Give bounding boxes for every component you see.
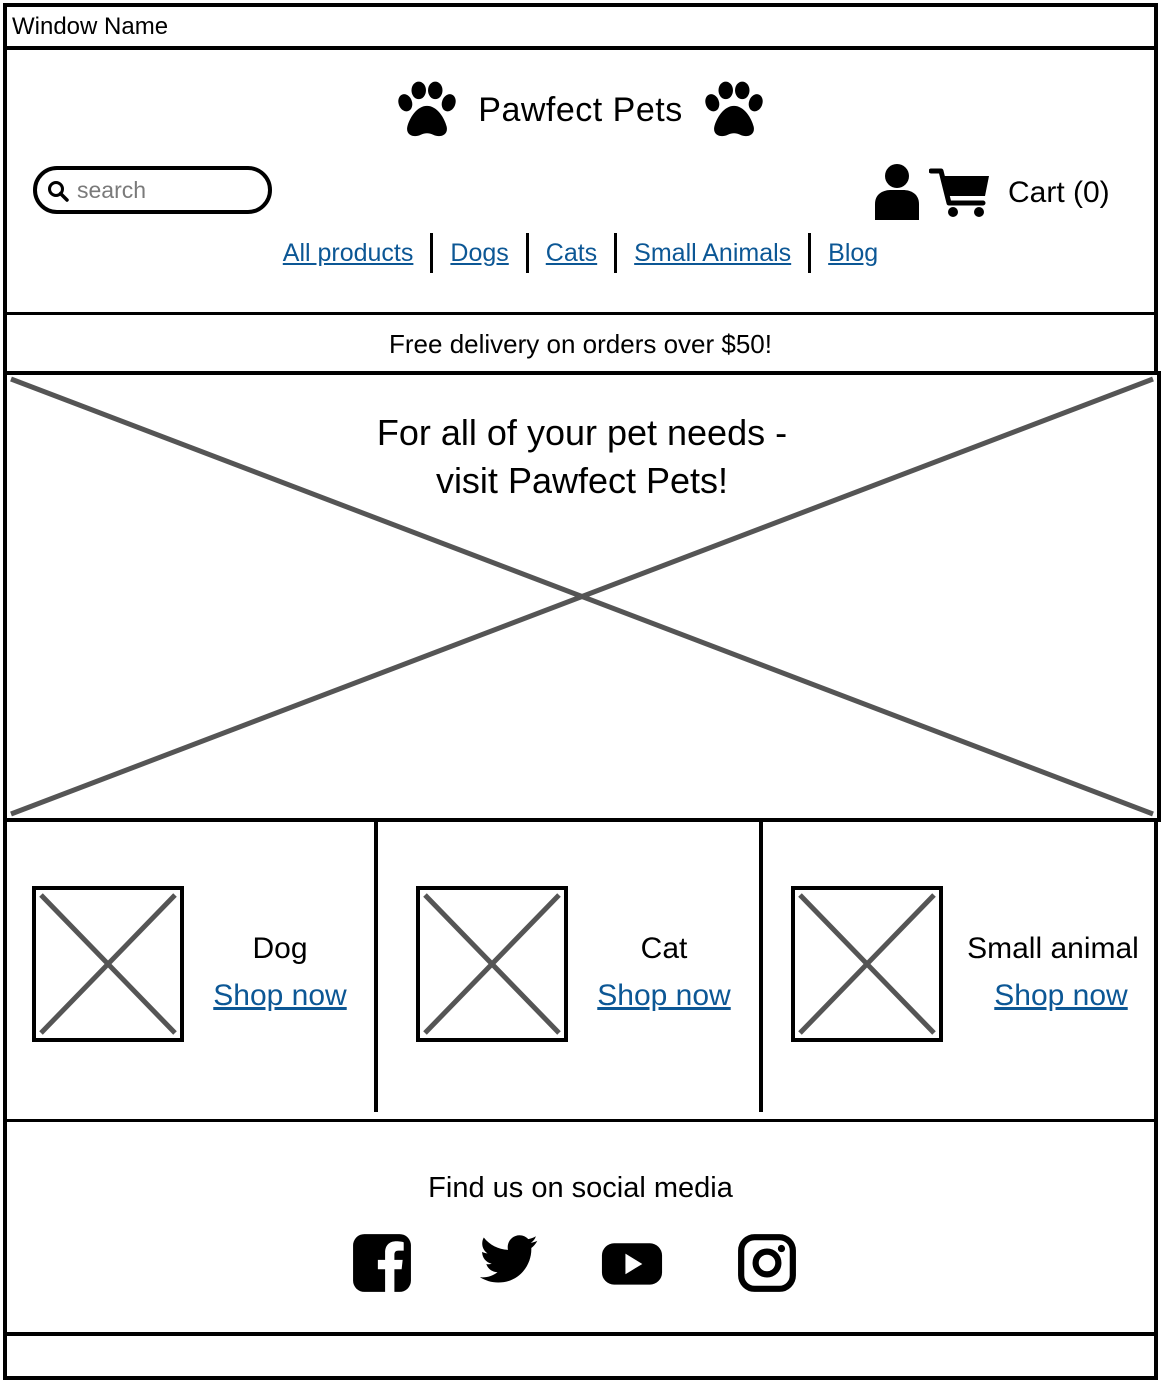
nav-link-dogs[interactable]: Dogs bbox=[433, 239, 525, 268]
category-card-small-animal: Small animal Shop now bbox=[763, 822, 1158, 1114]
nav-link-cats[interactable]: Cats bbox=[529, 239, 614, 268]
paw-icon bbox=[396, 81, 458, 139]
hero-image-placeholder: For all of your pet needs - visit Pawfec… bbox=[3, 371, 1161, 822]
instagram-icon[interactable] bbox=[736, 1232, 798, 1294]
social-heading: Find us on social media bbox=[428, 1172, 733, 1204]
window-titlebar: Window Name bbox=[3, 3, 1158, 50]
cart-label[interactable]: Cart (0) bbox=[1008, 176, 1110, 210]
brand[interactable]: Pawfect Pets bbox=[7, 78, 1154, 142]
hero-line-1: For all of your pet needs - bbox=[376, 412, 788, 453]
facebook-icon[interactable] bbox=[351, 1232, 413, 1294]
category-image-placeholder bbox=[32, 886, 184, 1042]
shopping-cart-icon[interactable] bbox=[929, 165, 991, 219]
category-image-placeholder bbox=[791, 886, 943, 1042]
search-input[interactable] bbox=[77, 174, 262, 206]
category-section: Dog Shop now Cat Shop now Small animal S… bbox=[3, 822, 1158, 1122]
brand-name: Pawfect Pets bbox=[478, 90, 683, 129]
category-name: Small animal bbox=[967, 932, 1139, 965]
paw-icon bbox=[703, 81, 765, 139]
main-nav: All products Dogs Cats Small Animals Blo… bbox=[7, 232, 1154, 274]
site-header: Pawfect Pets Cart (0) All products bbox=[7, 50, 1154, 312]
category-card-cat: Cat Shop now bbox=[378, 822, 761, 1114]
site-footer: Find us on social media bbox=[3, 1122, 1158, 1336]
window-title: Window Name bbox=[12, 13, 169, 40]
nav-link-all-products[interactable]: All products bbox=[266, 239, 431, 268]
category-image-placeholder bbox=[416, 886, 568, 1042]
twitter-icon[interactable] bbox=[479, 1232, 541, 1294]
category-card-dog: Dog Shop now bbox=[3, 822, 375, 1114]
category-name: Cat bbox=[640, 932, 688, 965]
promo-banner: Free delivery on orders over $50! bbox=[3, 312, 1158, 373]
user-account-icon[interactable] bbox=[873, 162, 921, 220]
search-box[interactable] bbox=[33, 166, 272, 214]
youtube-icon[interactable] bbox=[601, 1232, 663, 1294]
search-icon bbox=[48, 181, 69, 202]
shop-now-link-dog[interactable]: Shop now bbox=[180, 979, 380, 1013]
shop-now-link-cat[interactable]: Shop now bbox=[564, 979, 764, 1013]
shop-now-link-small-animal[interactable]: Shop now bbox=[961, 979, 1161, 1013]
hero-headline: For all of your pet needs - visit Pawfec… bbox=[7, 409, 1157, 505]
category-name: Dog bbox=[252, 932, 308, 965]
nav-link-small-animals[interactable]: Small Animals bbox=[617, 239, 808, 268]
nav-link-blog[interactable]: Blog bbox=[811, 239, 895, 268]
promo-text: Free delivery on orders over $50! bbox=[389, 328, 772, 359]
hero-line-2: visit Pawfect Pets! bbox=[435, 460, 729, 501]
